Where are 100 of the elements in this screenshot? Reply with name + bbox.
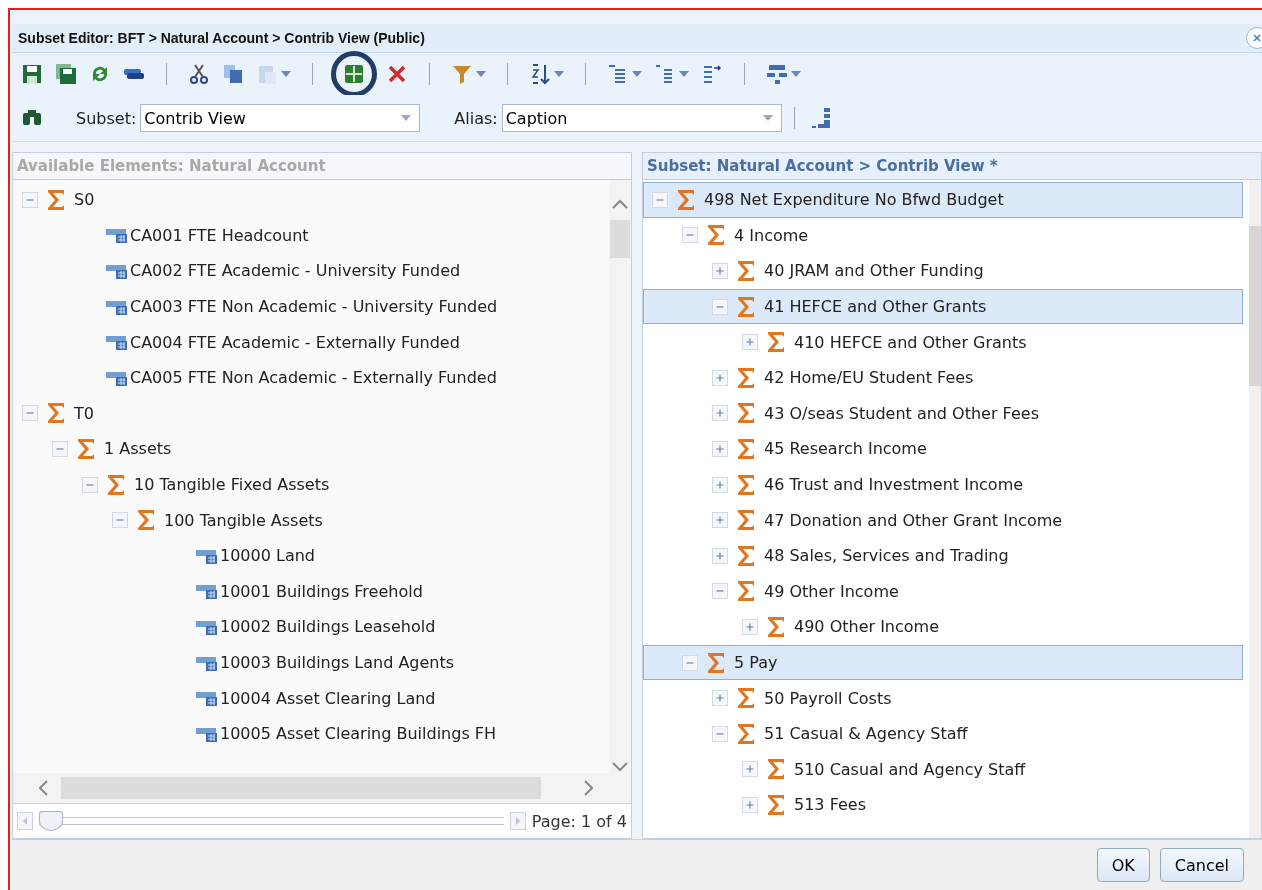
expand-icon[interactable] — [712, 440, 728, 457]
save-icon — [21, 63, 43, 85]
tree-item[interactable]: T0 — [13, 395, 609, 432]
expand-icon[interactable] — [712, 405, 728, 422]
collapse-icon[interactable] — [22, 405, 38, 422]
tree-item[interactable]: 4 Income — [643, 217, 1249, 254]
element-icon — [106, 226, 128, 245]
collapse-icon[interactable] — [652, 191, 668, 208]
tree-item[interactable]: 42 Home/EU Student Fees — [643, 359, 1249, 396]
collapse-icon[interactable] — [712, 725, 728, 742]
horizontal-scrollbar[interactable] — [13, 773, 631, 803]
slider-thumb[interactable] — [39, 811, 63, 831]
sigma-icon — [46, 188, 66, 211]
element-icon — [106, 262, 128, 280]
caret-icon — [281, 71, 291, 77]
tree-item[interactable]: 1 Assets — [13, 431, 609, 467]
collapse-icon[interactable] — [712, 298, 728, 315]
collapse-icon[interactable] — [112, 512, 128, 529]
sigma-icon — [736, 402, 756, 425]
tree-item[interactable]: 10000 Land — [13, 537, 609, 574]
tree-item[interactable]: CA001 FTE Headcount — [13, 217, 609, 254]
caret-icon — [762, 115, 773, 121]
window-title: Subset Editor: BFT > Natural Account > Contrib View (Public) — [18, 30, 425, 46]
tree-item[interactable]: 10001 Buildings Freehold — [13, 573, 609, 610]
tree-item[interactable]: 10004 Asset Clearing Land — [13, 680, 609, 716]
paste-icon — [256, 63, 278, 85]
expand-icon[interactable] — [712, 476, 728, 493]
tree-item[interactable]: 490 Other Income — [643, 609, 1249, 645]
sigma-icon — [766, 331, 786, 354]
expand-icon[interactable] — [742, 334, 758, 351]
chevron-right-icon[interactable] — [583, 778, 595, 798]
grid-icon — [343, 63, 365, 85]
tree-item[interactable]: 513 Fees — [643, 787, 1249, 823]
collapse-icon[interactable] — [712, 583, 728, 600]
previous-page-button[interactable] — [17, 812, 33, 830]
collapse-icon[interactable] — [682, 227, 698, 244]
collapse-icon[interactable] — [22, 191, 38, 208]
chevron-down-icon[interactable] — [610, 761, 630, 773]
tree-item[interactable]: 40 JRAM and Other Funding — [643, 253, 1249, 289]
sigma-icon — [736, 295, 756, 318]
expand-icon[interactable] — [712, 263, 728, 279]
subset-dropdown[interactable]: Contrib View — [140, 104, 421, 132]
tree-item[interactable]: CA004 FTE Academic - Externally Funded — [13, 324, 609, 360]
collapse-icon[interactable] — [52, 440, 68, 457]
sigma-icon — [136, 509, 156, 532]
tree-item[interactable]: 5 Pay — [643, 644, 1243, 681]
sigma-icon — [736, 580, 756, 603]
expand-icon[interactable] — [712, 512, 728, 529]
caret-icon — [791, 71, 801, 77]
tree-item[interactable]: 41 HEFCE and Other Grants — [643, 288, 1243, 325]
tree-item[interactable]: 100 Tangible Assets — [13, 502, 609, 538]
subset-label: Subset: — [76, 108, 137, 128]
tree-item[interactable]: 50 Payroll Costs — [643, 680, 1249, 716]
tree-item[interactable]: 48 Sales, Services and Trading — [643, 537, 1249, 574]
sigma-icon — [676, 188, 696, 211]
collapse-icon[interactable] — [82, 476, 98, 493]
sigma-icon — [736, 544, 756, 567]
vertical-scrollbar[interactable] — [1249, 180, 1261, 838]
expand-icon[interactable] — [742, 761, 758, 778]
expand-icon[interactable] — [712, 369, 728, 386]
tree-item[interactable]: S0 — [13, 182, 609, 218]
collapse-icon[interactable] — [682, 654, 698, 671]
scrollbar-thumb[interactable] — [610, 220, 630, 258]
panel-header: Available Elements: Natural Account — [13, 153, 631, 180]
vertical-scrollbar[interactable] — [609, 180, 631, 773]
tree-item[interactable]: 46 Trust and Investment Income — [643, 466, 1249, 503]
tree-item[interactable]: CA003 FTE Non Academic - University Funded — [13, 288, 609, 325]
tree-item[interactable]: 10003 Buildings Land Agents — [13, 644, 609, 681]
next-page-button[interactable] — [509, 812, 526, 830]
sigma-icon — [46, 402, 66, 425]
sigma-icon — [706, 224, 726, 247]
tree-item[interactable]: 10005 Asset Clearing Buildings FH — [13, 715, 609, 752]
tree-item[interactable]: 510 Casual and Agency Staff — [643, 751, 1249, 788]
delete-icon — [386, 63, 408, 85]
dialog-button[interactable]: Cancel — [1159, 848, 1244, 882]
tree-item[interactable]: CA005 FTE Non Academic - Externally Funded — [13, 359, 609, 396]
chevron-left-icon[interactable] — [37, 778, 49, 798]
expand-icon[interactable] — [742, 618, 758, 635]
close-button[interactable] — [1246, 27, 1262, 49]
tree-item[interactable]: 43 O/seas Student and Other Fees — [643, 395, 1249, 432]
sigma-icon — [736, 260, 756, 282]
sigma-icon — [766, 615, 786, 638]
scrollbar-thumb[interactable] — [1249, 226, 1261, 386]
tree-item[interactable]: 51 Casual & Agency Staff — [643, 715, 1249, 752]
tree-item[interactable]: CA002 FTE Academic - University Funded — [13, 253, 609, 289]
tree-item[interactable]: 49 Other Income — [643, 573, 1249, 610]
tree-item[interactable]: 47 Donation and Other Grant Income — [643, 502, 1249, 538]
dialog-button[interactable]: OK — [1096, 848, 1150, 882]
expand-icon[interactable] — [742, 796, 758, 813]
tree-item[interactable]: 10 Tangible Fixed Assets — [13, 466, 609, 503]
sigma-icon — [766, 758, 786, 781]
page-indicator: Page: 1 of 4 — [531, 811, 627, 831]
tree-item[interactable]: 410 HEFCE and Other Grants — [643, 324, 1249, 360]
alias-dropdown[interactable]: Caption — [501, 104, 782, 132]
chevron-up-icon[interactable] — [610, 198, 630, 210]
tree-item[interactable]: 498 Net Expenditure No Bfwd Budget — [643, 182, 1243, 218]
expand-icon[interactable] — [712, 547, 728, 564]
expand-icon[interactable] — [712, 690, 728, 707]
tree-item[interactable]: 45 Research Income — [643, 431, 1249, 467]
tree-item[interactable]: 10002 Buildings Leasehold — [13, 609, 609, 645]
